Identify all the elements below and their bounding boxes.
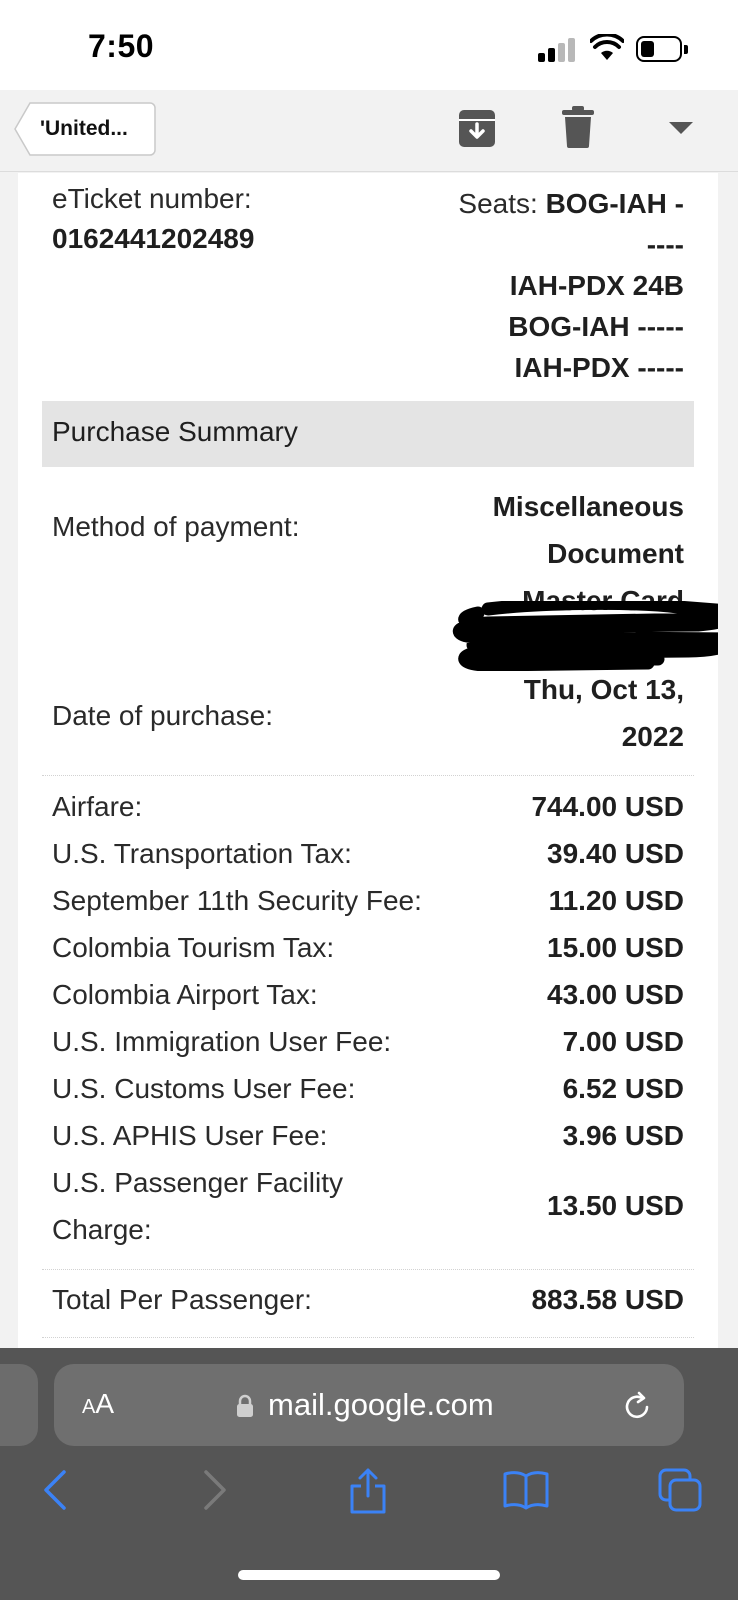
payment-method-label: Method of payment: [52, 511, 300, 542]
fare-label: U.S. Passenger Facility Charge: [52, 1167, 343, 1245]
trash-icon[interactable] [562, 106, 594, 148]
total-label: Total Per Passenger: [52, 1284, 312, 1315]
seat-line: BOG-IAH ----- [508, 311, 684, 342]
screen: 7:50 'United... eTicket number: 01624412… [0, 0, 738, 1600]
browser-nav-row [0, 1466, 738, 1530]
cellular-signal-icon [538, 36, 578, 62]
wifi-icon [590, 34, 624, 60]
purchase-summary-header: Purchase Summary [42, 401, 694, 467]
fare-label: September 11th Security Fee: [52, 885, 422, 916]
forward-arrow-icon[interactable] [190, 1466, 238, 1514]
mail-toolbar: 'United... [0, 90, 738, 172]
fare-value: 7.00 USD [562, 1026, 684, 1057]
divider [42, 1269, 694, 1270]
redaction-scribble [452, 601, 718, 671]
fare-value: 13.50 USD [547, 1190, 684, 1221]
fare-value: 15.00 USD [547, 932, 684, 963]
payment-line: Document [547, 538, 684, 569]
total-value: 883.58 USD [531, 1284, 684, 1315]
lock-icon [237, 1394, 253, 1417]
seat-line: Seats: BOG-IAH - [354, 183, 684, 224]
address-bar[interactable]: AA mail.google.com [54, 1364, 684, 1446]
home-indicator [238, 1570, 500, 1580]
fare-row: U.S. Immigration User Fee: 7.00 USD [52, 1018, 684, 1065]
purchase-date-value: Thu, Oct 13, 2022 [364, 666, 684, 760]
seat-line: IAH-PDX 24B [509, 270, 684, 301]
fare-row: U.S. Customs User Fee: 6.52 USD [52, 1065, 684, 1112]
fare-row: Colombia Airport Tax: 43.00 USD [52, 971, 684, 1018]
status-bar: 7:50 [0, 0, 738, 90]
fare-row: Colombia Tourism Tax: 15.00 USD [52, 924, 684, 971]
archive-icon[interactable] [458, 108, 496, 148]
chevron-down-icon[interactable] [668, 120, 694, 136]
back-arrow-icon[interactable] [32, 1466, 80, 1514]
eticket-label: eTicket number: [52, 183, 252, 214]
divider [42, 775, 694, 776]
fare-row: Airfare: 744.00 USD [52, 783, 684, 830]
previous-tab-stub[interactable] [0, 1364, 38, 1446]
aa-big: A [95, 1388, 115, 1419]
fare-value: 11.20 USD [548, 885, 684, 916]
url-text: mail.google.com [268, 1387, 494, 1422]
fare-label: Airfare: [52, 791, 143, 822]
battery-icon [636, 36, 688, 62]
fare-row: U.S. APHIS User Fee: 3.96 USD [52, 1112, 684, 1159]
seats-label: Seats: [458, 188, 546, 219]
back-button[interactable]: 'United... [14, 102, 156, 156]
fare-label: U.S. Customs User Fee: [52, 1073, 356, 1104]
fare-value: 39.40 USD [547, 838, 684, 869]
eticket-number: 0162441202489 [52, 223, 255, 254]
tabs-icon[interactable] [656, 1466, 704, 1514]
payment-line: Miscellaneous [492, 491, 684, 522]
date-line: 2022 [621, 721, 684, 752]
reload-icon[interactable] [622, 1390, 654, 1422]
fare-label: Colombia Airport Tax: [52, 979, 318, 1010]
seat-line: ---- [646, 229, 684, 260]
aa-small: A [82, 1396, 96, 1418]
date-line: Thu, Oct 13, [523, 674, 684, 705]
fare-label: Colombia Tourism Tax: [52, 932, 335, 963]
share-icon[interactable] [344, 1466, 392, 1514]
seats-block: Seats: BOG-IAH - ---- IAH-PDX 24B BOG-IA… [354, 183, 684, 388]
fare-value: 6.52 USD [562, 1073, 684, 1104]
email-body: eTicket number: 0162441202489 Seats: BOG… [18, 173, 718, 1348]
fare-label: U.S. Transportation Tax: [52, 838, 352, 869]
reader-options-button[interactable]: AA [82, 1388, 114, 1420]
back-button-label: 'United... [40, 117, 128, 140]
fare-value: 43.00 USD [547, 979, 684, 1010]
section-title: Purchase Summary [52, 416, 298, 447]
status-time: 7:50 [88, 28, 155, 64]
purchase-date-label: Date of purchase: [52, 700, 274, 731]
fare-value: 3.96 USD [562, 1120, 684, 1151]
seat-line: IAH-PDX ----- [514, 352, 684, 383]
fare-row: U.S. Transportation Tax: 39.40 USD [52, 830, 684, 877]
fare-label: U.S. APHIS User Fee: [52, 1120, 328, 1151]
fare-row: September 11th Security Fee: 11.20 USD [52, 877, 684, 924]
fare-label: U.S. Immigration User Fee: [52, 1026, 392, 1057]
browser-bottom-bar: AA mail.google.com [0, 1348, 738, 1600]
fare-value: 744.00 USD [531, 791, 684, 822]
bookmarks-icon[interactable] [502, 1466, 550, 1514]
seat-line-text: BOG-IAH - [545, 188, 684, 219]
divider [42, 1337, 694, 1338]
fare-row: U.S. Passenger Facility Charge: 13.50 US… [52, 1159, 684, 1253]
total-row: Total Per Passenger: 883.58 USD [52, 1276, 684, 1323]
